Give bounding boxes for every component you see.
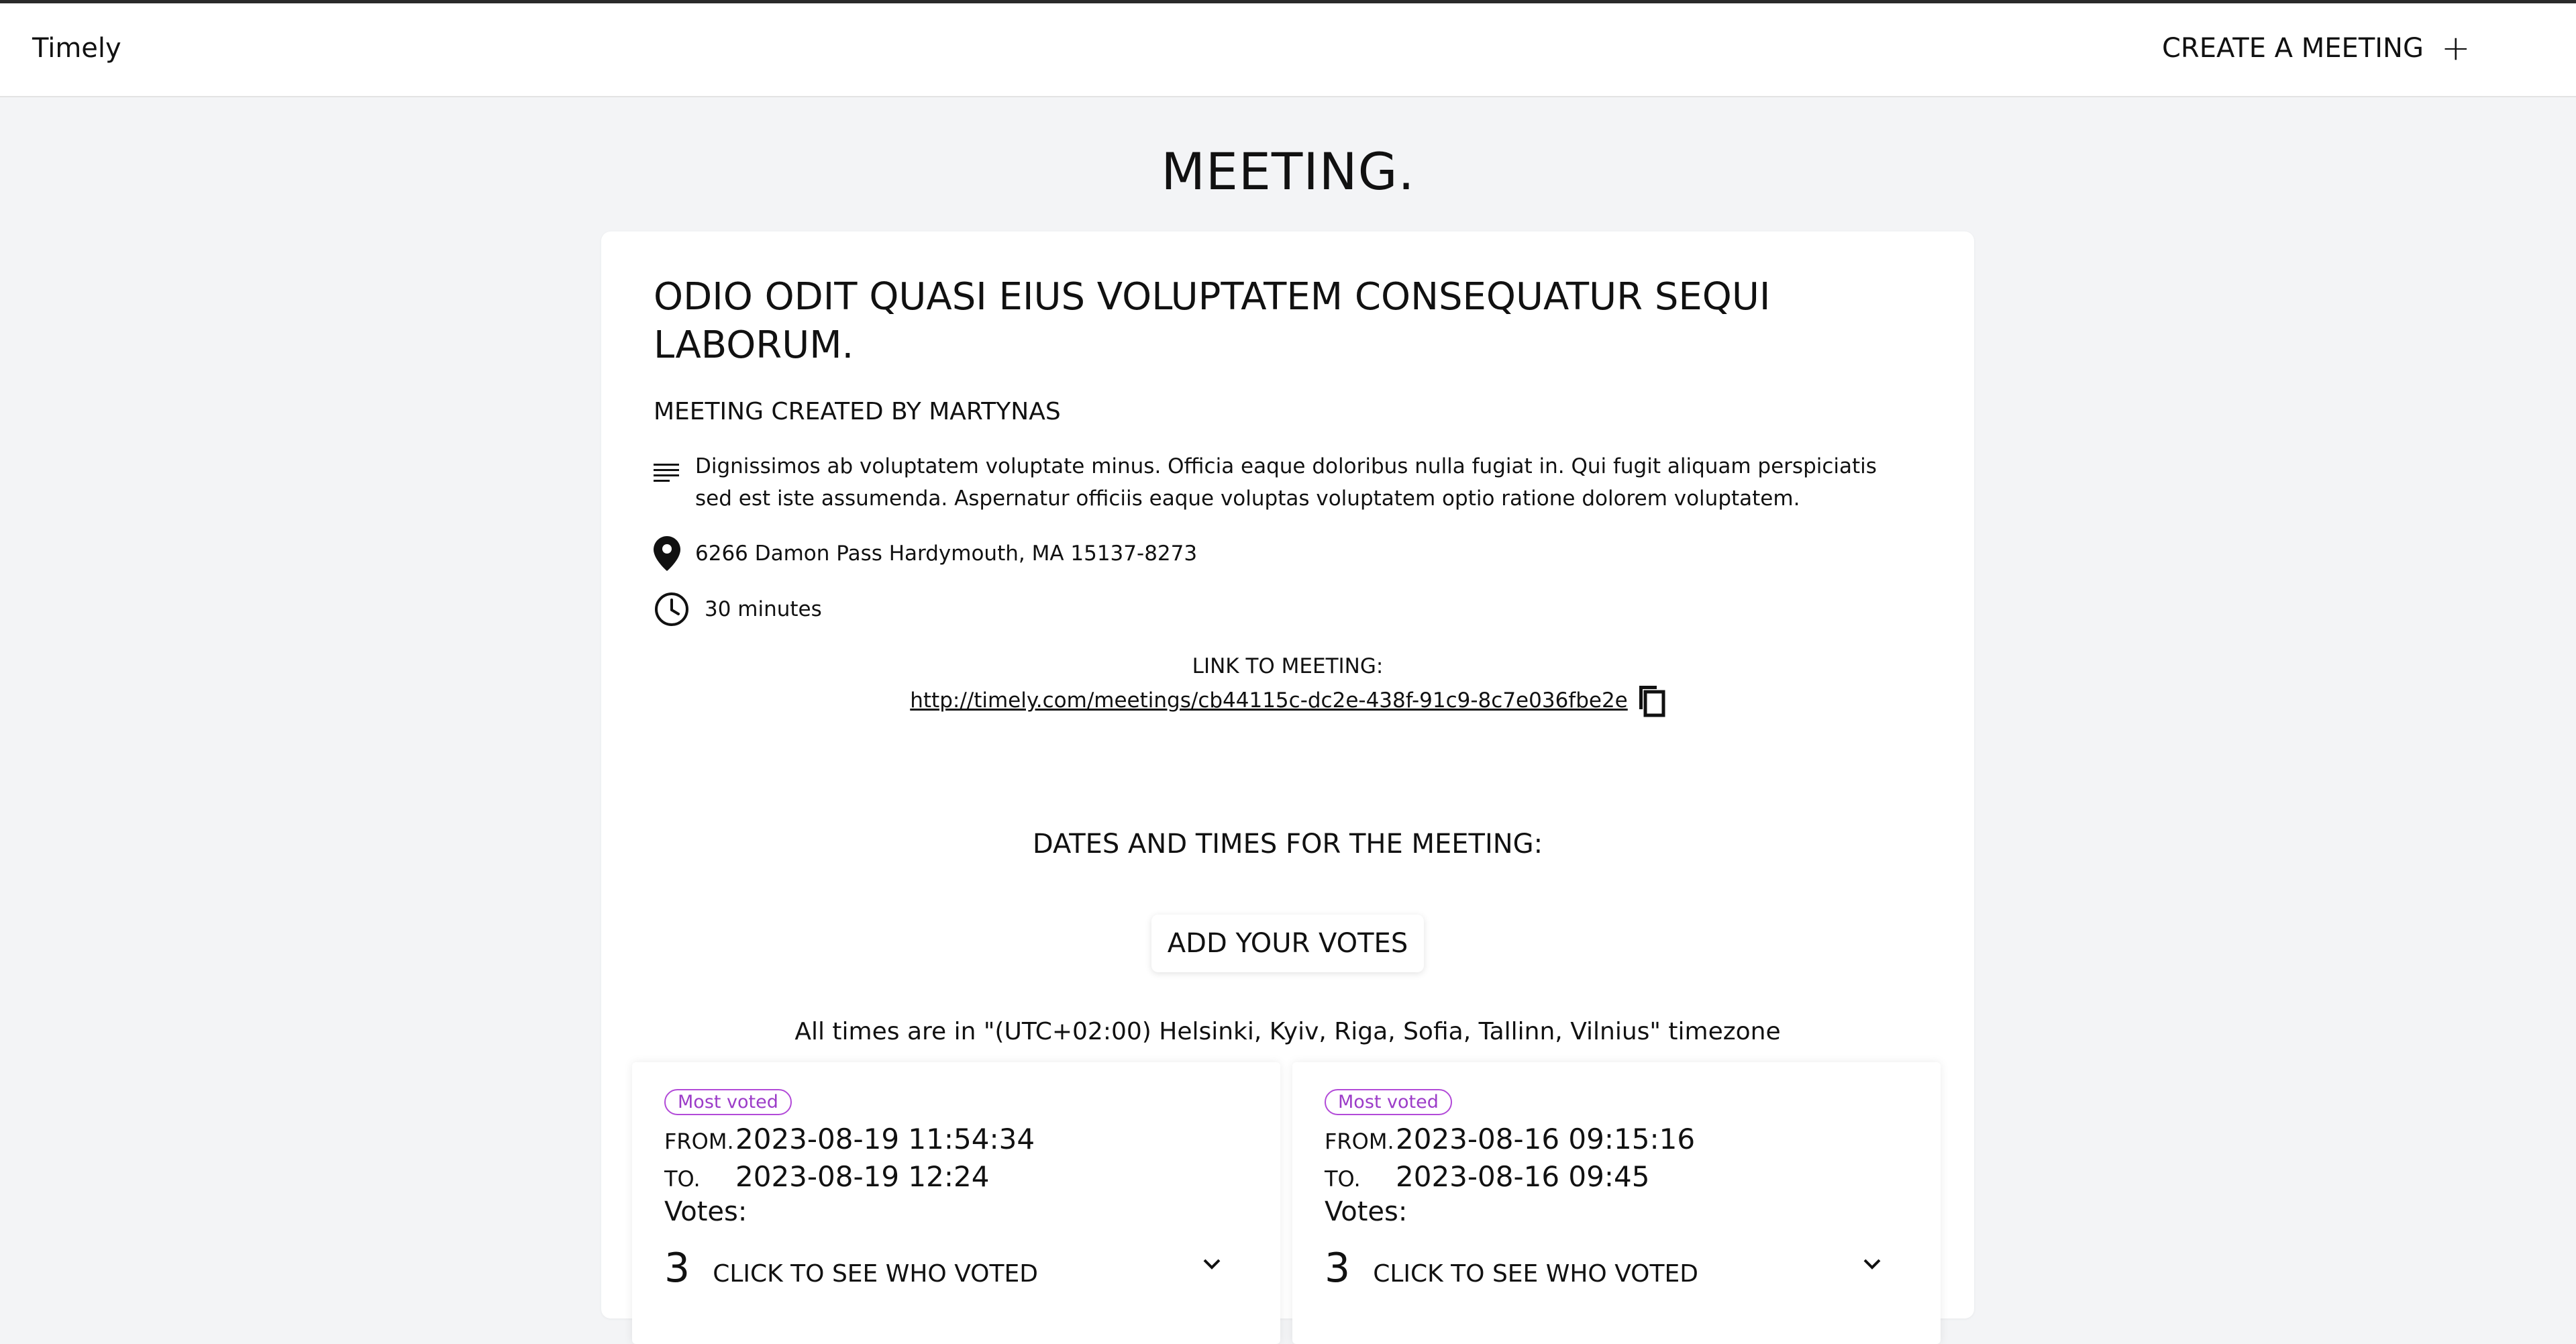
brand-logo[interactable]: Timely (32, 33, 121, 64)
to-label: TO. (1325, 1166, 1361, 1192)
clock-icon (654, 591, 690, 627)
see-voters-label: CLICK TO SEE WHO VOTED (713, 1260, 1038, 1288)
copy-icon[interactable] (1637, 684, 1665, 717)
location-row: 6266 Damon Pass Hardymouth, MA 15137-827… (654, 536, 1197, 571)
duration-row: 30 minutes (654, 591, 822, 627)
votes-label: Votes: (664, 1196, 748, 1227)
meeting-location: 6266 Damon Pass Hardymouth, MA 15137-827… (695, 541, 1198, 566)
page-title: MEETING. (1161, 142, 1415, 201)
to-value: 2023-08-16 09:45 (1396, 1160, 1650, 1193)
see-voters-label: CLICK TO SEE WHO VOTED (1373, 1260, 1698, 1288)
notes-icon (654, 462, 680, 482)
time-slot-card: Most voted FROM. 2023-08-16 09:15:16 TO.… (1292, 1062, 1941, 1344)
timezone-note: All times are in "(UTC+02:00) Helsinki, … (794, 1018, 1781, 1045)
vote-count: 3 (664, 1245, 690, 1292)
chevron-down-icon[interactable] (1202, 1258, 1221, 1273)
time-slot-card: Most voted FROM. 2023-08-19 11:54:34 TO.… (632, 1062, 1280, 1344)
link-label: LINK TO MEETING: (1192, 654, 1384, 678)
meeting-card: ODIO ODIT QUASI EIUS VOLUPTATEM CONSEQUA… (601, 231, 1974, 1344)
meeting-creator: MEETING CREATED BY MARTYNAS (654, 398, 1061, 425)
meeting-link[interactable]: http://timely.com/meetings/cb44115c-dc2e… (910, 688, 1628, 713)
navbar: Timely CREATE A MEETING + (0, 3, 2576, 97)
see-voters-toggle[interactable]: 3 CLICK TO SEE WHO VOTED (664, 1245, 1038, 1292)
votes-label: Votes: (1325, 1196, 1408, 1227)
add-votes-button[interactable]: ADD YOUR VOTES (1151, 915, 1424, 972)
chevron-down-icon[interactable] (1863, 1258, 1882, 1273)
to-label: TO. (664, 1166, 701, 1192)
plus-icon: + (2440, 28, 2471, 68)
meeting-duration: 30 minutes (705, 597, 822, 621)
link-section: LINK TO MEETING: http://timely.com/meeti… (601, 654, 1974, 717)
from-value: 2023-08-16 09:15:16 (1396, 1123, 1696, 1155)
from-value: 2023-08-19 11:54:34 (735, 1123, 1035, 1155)
dates-title: DATES AND TIMES FOR THE MEETING: (1032, 829, 1543, 860)
most-voted-badge: Most voted (664, 1089, 792, 1115)
from-label: FROM. (1325, 1129, 1394, 1154)
from-label: FROM. (664, 1129, 734, 1154)
meeting-description: Dignissimos ab voluptatem voluptate minu… (695, 454, 1877, 511)
meeting-title: ODIO ODIT QUASI EIUS VOLUPTATEM CONSEQUA… (654, 275, 1771, 367)
create-meeting-button[interactable]: CREATE A MEETING + (2162, 28, 2471, 68)
description-row: Dignissimos ab voluptatem voluptate minu… (654, 450, 1915, 515)
most-voted-badge: Most voted (1325, 1089, 1452, 1115)
vote-count: 3 (1325, 1245, 1351, 1292)
location-pin-icon (654, 536, 680, 571)
create-meeting-label: CREATE A MEETING (2162, 33, 2424, 64)
see-voters-toggle[interactable]: 3 CLICK TO SEE WHO VOTED (1325, 1245, 1698, 1292)
to-value: 2023-08-19 12:24 (735, 1160, 990, 1193)
